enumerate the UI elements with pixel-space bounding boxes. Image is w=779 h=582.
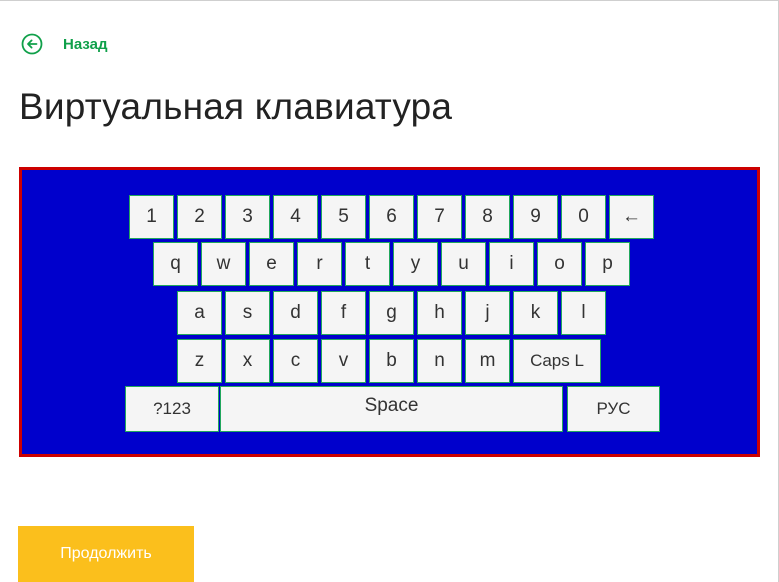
key-b[interactable]: b	[369, 339, 414, 383]
key-s[interactable]: s	[225, 291, 270, 335]
key-e[interactable]: e	[249, 242, 294, 286]
key-2[interactable]: 2	[177, 195, 222, 239]
key-l[interactable]: l	[561, 291, 606, 335]
key-f[interactable]: f	[321, 291, 366, 335]
key-r[interactable]: r	[297, 242, 342, 286]
key-c[interactable]: c	[273, 339, 318, 383]
key-3[interactable]: 3	[225, 195, 270, 239]
key-space[interactable]: Space	[220, 386, 563, 432]
key-a[interactable]: a	[177, 291, 222, 335]
key-h[interactable]: h	[417, 291, 462, 335]
key-8[interactable]: 8	[465, 195, 510, 239]
arrow-left-circle-icon	[21, 33, 43, 55]
key-symbols[interactable]: ?123	[125, 386, 219, 432]
continue-button[interactable]: Продолжить	[18, 526, 194, 582]
key-q[interactable]: q	[153, 242, 198, 286]
key-o[interactable]: o	[537, 242, 582, 286]
page-title: Виртуальная клавиатура	[19, 86, 453, 127]
key-9[interactable]: 9	[513, 195, 558, 239]
key-g[interactable]: g	[369, 291, 414, 335]
key-7[interactable]: 7	[417, 195, 462, 239]
key-1[interactable]: 1	[129, 195, 174, 239]
key-5[interactable]: 5	[321, 195, 366, 239]
key-4[interactable]: 4	[273, 195, 318, 239]
back-link[interactable]: Назад	[21, 33, 107, 55]
key-d[interactable]: d	[273, 291, 318, 335]
key-v[interactable]: v	[321, 339, 366, 383]
key-z[interactable]: z	[177, 339, 222, 383]
key-m[interactable]: m	[465, 339, 510, 383]
key-j[interactable]: j	[465, 291, 510, 335]
key-language[interactable]: РУС	[567, 386, 660, 432]
key-x[interactable]: x	[225, 339, 270, 383]
key-w[interactable]: w	[201, 242, 246, 286]
key-caps-lock[interactable]: Caps L	[513, 339, 601, 383]
key-6[interactable]: 6	[369, 195, 414, 239]
key-backspace[interactable]: ←	[609, 195, 654, 239]
key-n[interactable]: n	[417, 339, 462, 383]
key-y[interactable]: y	[393, 242, 438, 286]
virtual-keyboard: 1 2 3 4 5 6 7 8 9 0 ← q w e r t y u i o …	[19, 167, 760, 457]
key-i[interactable]: i	[489, 242, 534, 286]
key-t[interactable]: t	[345, 242, 390, 286]
key-u[interactable]: u	[441, 242, 486, 286]
key-p[interactable]: p	[585, 242, 630, 286]
key-k[interactable]: k	[513, 291, 558, 335]
key-0[interactable]: 0	[561, 195, 606, 239]
back-label: Назад	[63, 35, 108, 53]
